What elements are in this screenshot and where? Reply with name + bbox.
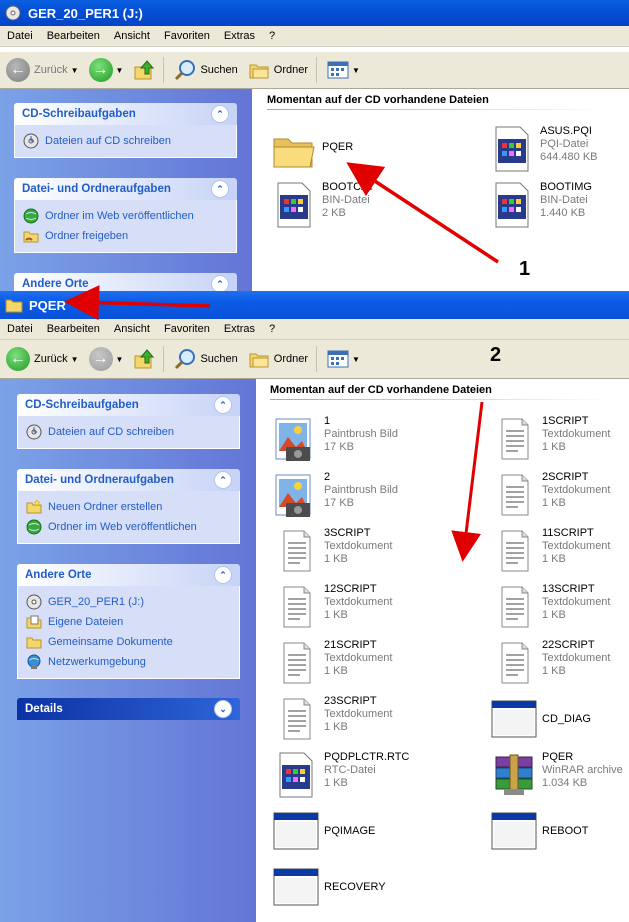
arrow-to-pqer-title bbox=[64, 285, 211, 321]
step-number-2: 2 bbox=[490, 344, 502, 366]
annotation-overlay bbox=[64, 162, 499, 562]
arrow-to-pqer-folder bbox=[346, 162, 499, 264]
step-number-1: 1 bbox=[519, 258, 531, 280]
arrow-down-file-list bbox=[451, 401, 484, 562]
